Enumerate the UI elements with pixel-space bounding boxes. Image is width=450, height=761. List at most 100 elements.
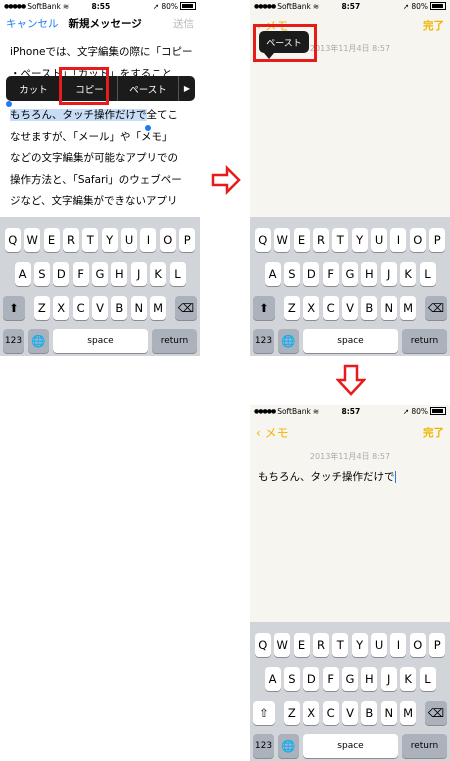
key-s[interactable]: S: [283, 262, 300, 286]
key-p[interactable]: P: [429, 633, 446, 657]
key-z[interactable]: Z: [283, 701, 300, 725]
key-n[interactable]: N: [380, 296, 397, 320]
key-z[interactable]: Z: [33, 296, 50, 320]
key-q[interactable]: Q: [4, 228, 21, 252]
key-t[interactable]: T: [332, 633, 349, 657]
selection-handle-end[interactable]: [145, 125, 151, 131]
key-o[interactable]: O: [159, 228, 176, 252]
key-d[interactable]: D: [53, 262, 70, 286]
send-button[interactable]: 送信: [173, 16, 194, 31]
globe-key[interactable]: 🌐: [278, 734, 299, 758]
key-e[interactable]: E: [43, 228, 60, 252]
key-q[interactable]: Q: [254, 633, 271, 657]
key-a[interactable]: A: [264, 667, 281, 691]
key-y[interactable]: Y: [351, 228, 368, 252]
numbers-key[interactable]: 123: [253, 734, 274, 758]
key-h[interactable]: H: [361, 667, 378, 691]
key-d[interactable]: D: [303, 667, 320, 691]
key-w[interactable]: W: [274, 228, 291, 252]
key-y[interactable]: Y: [101, 228, 118, 252]
key-y[interactable]: Y: [351, 633, 368, 657]
key-z[interactable]: Z: [283, 296, 300, 320]
key-v[interactable]: V: [342, 296, 358, 320]
shift-key[interactable]: ⬆: [253, 296, 275, 320]
key-b[interactable]: B: [361, 701, 378, 725]
key-v[interactable]: V: [342, 701, 358, 725]
note-body[interactable]: もちろん、タッチ操作だけで: [258, 469, 396, 484]
key-b[interactable]: B: [361, 296, 378, 320]
key-x[interactable]: X: [53, 296, 70, 320]
key-g[interactable]: G: [92, 262, 108, 286]
key-f[interactable]: F: [322, 262, 339, 286]
key-c[interactable]: C: [72, 296, 89, 320]
key-s[interactable]: S: [33, 262, 50, 286]
key-l[interactable]: L: [419, 262, 436, 286]
paste-menu-item[interactable]: ペースト: [118, 76, 179, 101]
key-t[interactable]: T: [332, 228, 349, 252]
key-m[interactable]: M: [150, 296, 167, 320]
key-d[interactable]: D: [303, 262, 320, 286]
key-k[interactable]: K: [150, 262, 167, 286]
cancel-button[interactable]: キャンセル: [6, 16, 59, 31]
key-l[interactable]: L: [419, 667, 436, 691]
key-r[interactable]: R: [312, 228, 329, 252]
return-key[interactable]: return: [402, 734, 447, 758]
key-k[interactable]: K: [400, 262, 417, 286]
key-p[interactable]: P: [179, 228, 196, 252]
key-i[interactable]: I: [390, 228, 407, 252]
key-c[interactable]: C: [322, 701, 339, 725]
space-key[interactable]: space: [303, 734, 398, 758]
key-t[interactable]: T: [82, 228, 99, 252]
key-u[interactable]: U: [371, 228, 388, 252]
key-o[interactable]: O: [409, 633, 426, 657]
key-n[interactable]: N: [380, 701, 397, 725]
key-e[interactable]: E: [293, 633, 310, 657]
return-key[interactable]: return: [402, 329, 447, 353]
key-g[interactable]: G: [342, 667, 358, 691]
key-m[interactable]: M: [400, 701, 417, 725]
key-m[interactable]: M: [400, 296, 417, 320]
numbers-key[interactable]: 123: [3, 329, 24, 353]
key-e[interactable]: E: [293, 228, 310, 252]
done-button[interactable]: 完了: [423, 425, 444, 440]
key-b[interactable]: B: [111, 296, 128, 320]
numbers-key[interactable]: 123: [253, 329, 274, 353]
delete-key[interactable]: ⌫: [175, 296, 197, 320]
key-x[interactable]: X: [303, 701, 320, 725]
key-w[interactable]: W: [24, 228, 41, 252]
back-button[interactable]: ‹ メモ: [256, 424, 289, 441]
key-r[interactable]: R: [312, 633, 329, 657]
key-p[interactable]: P: [429, 228, 446, 252]
key-s[interactable]: S: [283, 667, 300, 691]
space-key[interactable]: space: [303, 329, 398, 353]
key-u[interactable]: U: [371, 633, 388, 657]
key-u[interactable]: U: [121, 228, 138, 252]
delete-key[interactable]: ⌫: [425, 296, 447, 320]
key-h[interactable]: H: [111, 262, 128, 286]
space-key[interactable]: space: [53, 329, 148, 353]
key-l[interactable]: L: [169, 262, 186, 286]
key-q[interactable]: Q: [254, 228, 271, 252]
key-f[interactable]: F: [322, 667, 339, 691]
key-j[interactable]: J: [130, 262, 147, 286]
key-a[interactable]: A: [14, 262, 31, 286]
key-w[interactable]: W: [274, 633, 291, 657]
done-button[interactable]: 完了: [423, 18, 444, 33]
key-f[interactable]: F: [72, 262, 89, 286]
shift-key[interactable]: ⬆: [3, 296, 25, 320]
key-c[interactable]: C: [322, 296, 339, 320]
key-k[interactable]: K: [400, 667, 417, 691]
key-j[interactable]: J: [380, 262, 397, 286]
key-x[interactable]: X: [303, 296, 320, 320]
key-n[interactable]: N: [130, 296, 147, 320]
key-j[interactable]: J: [380, 667, 397, 691]
globe-key[interactable]: 🌐: [278, 329, 299, 353]
key-i[interactable]: I: [140, 228, 157, 252]
selected-text[interactable]: もちろん、タッチ操作だけで: [10, 109, 147, 121]
globe-key[interactable]: 🌐: [28, 329, 49, 353]
more-menu-item[interactable]: ▶: [179, 76, 195, 101]
delete-key[interactable]: ⌫: [425, 701, 447, 725]
key-i[interactable]: I: [390, 633, 407, 657]
key-r[interactable]: R: [62, 228, 79, 252]
return-key[interactable]: return: [152, 329, 197, 353]
